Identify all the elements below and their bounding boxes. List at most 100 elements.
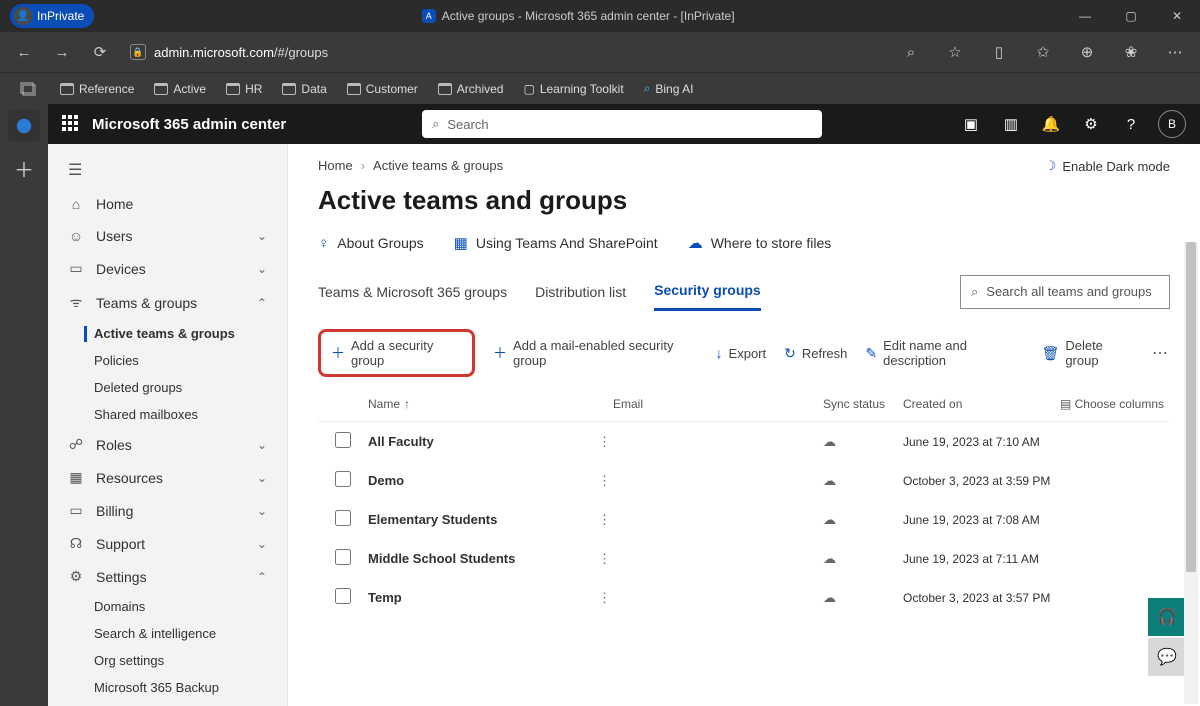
edge-sidebar-icon[interactable] xyxy=(8,110,40,142)
bookmark-reference[interactable]: Reference xyxy=(52,78,142,100)
bookmark-data[interactable]: Data xyxy=(274,78,334,100)
edit-icon: ✎ xyxy=(865,345,877,362)
row-more-icon[interactable]: ⋮ xyxy=(598,434,613,450)
forward-button[interactable]: → xyxy=(46,36,78,68)
reading-icon[interactable]: ▯ xyxy=(982,35,1016,69)
devices-icon: ▭ xyxy=(68,260,84,277)
tab-m365-groups[interactable]: Teams & Microsoft 365 groups xyxy=(318,274,507,310)
groups-search[interactable]: ⌕Search all teams and groups xyxy=(960,275,1170,309)
back-button[interactable]: ← xyxy=(8,36,40,68)
feedback-button[interactable]: 💬 xyxy=(1148,638,1186,676)
table-row[interactable]: Temp ⋮ ☁ October 3, 2023 at 3:57 PM xyxy=(318,578,1170,617)
bookmark-hr[interactable]: HR xyxy=(218,78,270,100)
site-info-icon[interactable]: 🔒 xyxy=(130,44,146,60)
close-button[interactable]: ✕ xyxy=(1154,0,1200,32)
nav-teams-groups[interactable]: ᯤTeams & groups⌃ xyxy=(48,285,287,320)
help-headset-button[interactable]: 🎧 xyxy=(1148,598,1186,636)
maximize-button[interactable]: ▢ xyxy=(1108,0,1154,32)
table-row[interactable]: Demo ⋮ ☁ October 3, 2023 at 3:59 PM xyxy=(318,461,1170,500)
nav-policies[interactable]: Policies xyxy=(48,347,287,374)
nav-org-settings[interactable]: Org settings xyxy=(48,647,287,674)
shell-icon-1[interactable]: ▣ xyxy=(958,111,984,137)
trash-icon: 🗑 xyxy=(1042,345,1060,362)
tab-security-groups[interactable]: Security groups xyxy=(654,272,761,311)
nav-users[interactable]: ☺Users⌄ xyxy=(48,220,287,252)
help-icon[interactable]: ? xyxy=(1118,111,1144,137)
bookmark-archived[interactable]: Archived xyxy=(430,78,512,100)
shell-icon-2[interactable]: ▥ xyxy=(998,111,1024,137)
row-more-icon[interactable]: ⋮ xyxy=(598,512,613,528)
extensions-icon[interactable]: ❀ xyxy=(1114,35,1148,69)
col-name[interactable]: Name ↑ xyxy=(368,397,613,411)
bookmark-bingai[interactable]: ⌕Bing AI xyxy=(636,77,702,100)
account-avatar[interactable]: B xyxy=(1158,110,1186,138)
nav-home[interactable]: ⌂Home xyxy=(48,188,287,220)
table-row[interactable]: All Faculty ⋮ ☁ June 19, 2023 at 7:10 AM xyxy=(318,422,1170,461)
nav-domains[interactable]: Domains xyxy=(48,593,287,620)
nav-m365-backup[interactable]: Microsoft 365 Backup xyxy=(48,674,287,701)
teams-icon: ᯤ xyxy=(68,293,84,312)
refresh-button[interactable]: ⟳ xyxy=(84,36,116,68)
col-sync[interactable]: Sync status xyxy=(823,397,903,411)
tab-actions-icon[interactable] xyxy=(8,73,48,105)
nav-shared-mailboxes[interactable]: Shared mailboxes xyxy=(48,401,287,428)
tab-distribution-list[interactable]: Distribution list xyxy=(535,274,626,310)
row-more-icon[interactable]: ⋮ xyxy=(598,590,613,606)
bookmark-customer[interactable]: Customer xyxy=(339,78,426,100)
favorites-bar-icon[interactable]: ✩ xyxy=(1026,35,1060,69)
col-email[interactable]: Email xyxy=(613,397,823,411)
refresh-list-button[interactable]: ↻Refresh xyxy=(784,345,847,362)
bookmark-learning[interactable]: ▢Learning Toolkit xyxy=(515,78,631,100)
search-url-icon[interactable]: ⌕ xyxy=(894,35,928,69)
learn-about-groups[interactable]: ♀About Groups xyxy=(318,234,424,252)
table-row[interactable]: Middle School Students ⋮ ☁ June 19, 2023… xyxy=(318,539,1170,578)
row-more-icon[interactable]: ⋮ xyxy=(598,473,613,489)
home-icon: ⌂ xyxy=(68,196,84,212)
minimize-button[interactable]: ― xyxy=(1062,0,1108,32)
scroll-thumb[interactable] xyxy=(1186,242,1196,572)
scrollbar[interactable] xyxy=(1184,242,1198,704)
col-created[interactable]: Created on xyxy=(903,397,1058,411)
nav-support[interactable]: ☊Support⌄ xyxy=(48,527,287,560)
table-row[interactable]: Elementary Students ⋮ ☁ June 19, 2023 at… xyxy=(318,500,1170,539)
inprivate-badge[interactable]: 👤 InPrivate xyxy=(10,4,94,28)
edit-name-description-button[interactable]: ✎Edit name and description xyxy=(865,338,1023,368)
nav-toggle[interactable]: ☰ xyxy=(48,152,287,188)
billing-icon: ▭ xyxy=(68,502,84,519)
new-tab-button[interactable]: ＋ xyxy=(8,152,40,184)
bookmark-active[interactable]: Active xyxy=(146,78,214,100)
row-checkbox[interactable] xyxy=(335,510,351,526)
add-security-group-button[interactable]: ＋Add a security group xyxy=(318,329,475,377)
choose-columns-button[interactable]: ▤ Choose columns xyxy=(1058,397,1170,411)
row-checkbox[interactable] xyxy=(335,471,351,487)
nav-billing[interactable]: ▭Billing⌄ xyxy=(48,494,287,527)
settings-icon[interactable]: ⚙ xyxy=(1078,111,1104,137)
add-mail-security-group-button[interactable]: ＋Add a mail-enabled security group xyxy=(493,338,698,368)
notifications-icon[interactable]: 🔔 xyxy=(1038,111,1064,137)
export-button[interactable]: ↓Export xyxy=(716,345,767,361)
delete-group-button[interactable]: 🗑Delete group xyxy=(1042,338,1134,368)
global-search[interactable]: ⌕ Search xyxy=(422,110,822,138)
row-more-icon[interactable]: ⋮ xyxy=(598,551,613,567)
nav-devices[interactable]: ▭Devices⌄ xyxy=(48,252,287,285)
row-checkbox[interactable] xyxy=(335,432,351,448)
learn-store-files[interactable]: ☁Where to store files xyxy=(688,234,832,252)
nav-resources[interactable]: ▦Resources⌄ xyxy=(48,461,287,494)
favorite-icon[interactable]: ☆ xyxy=(938,35,972,69)
nav-settings[interactable]: ⚙Settings⌃ xyxy=(48,560,287,593)
address-bar[interactable]: 🔒 admin.microsoft.com/#/groups xyxy=(122,44,888,60)
collections-icon[interactable]: ⊕ xyxy=(1070,35,1104,69)
resources-icon: ▦ xyxy=(68,469,84,486)
more-icon[interactable]: ⋯ xyxy=(1158,35,1192,69)
nav-deleted-groups[interactable]: Deleted groups xyxy=(48,374,287,401)
row-checkbox[interactable] xyxy=(335,588,351,604)
app-launcher-icon[interactable] xyxy=(62,115,80,133)
more-commands-button[interactable]: ⋯ xyxy=(1152,343,1170,363)
breadcrumb-home[interactable]: Home xyxy=(318,158,353,173)
dark-mode-toggle[interactable]: ☽Enable Dark mode xyxy=(1045,158,1170,174)
row-checkbox[interactable] xyxy=(335,549,351,565)
nav-search-intelligence[interactable]: Search & intelligence xyxy=(48,620,287,647)
nav-active-teams-groups[interactable]: Active teams & groups xyxy=(48,320,287,347)
learn-teams-sharepoint[interactable]: ▦Using Teams And SharePoint xyxy=(454,234,658,252)
nav-roles[interactable]: ☍Roles⌄ xyxy=(48,428,287,461)
